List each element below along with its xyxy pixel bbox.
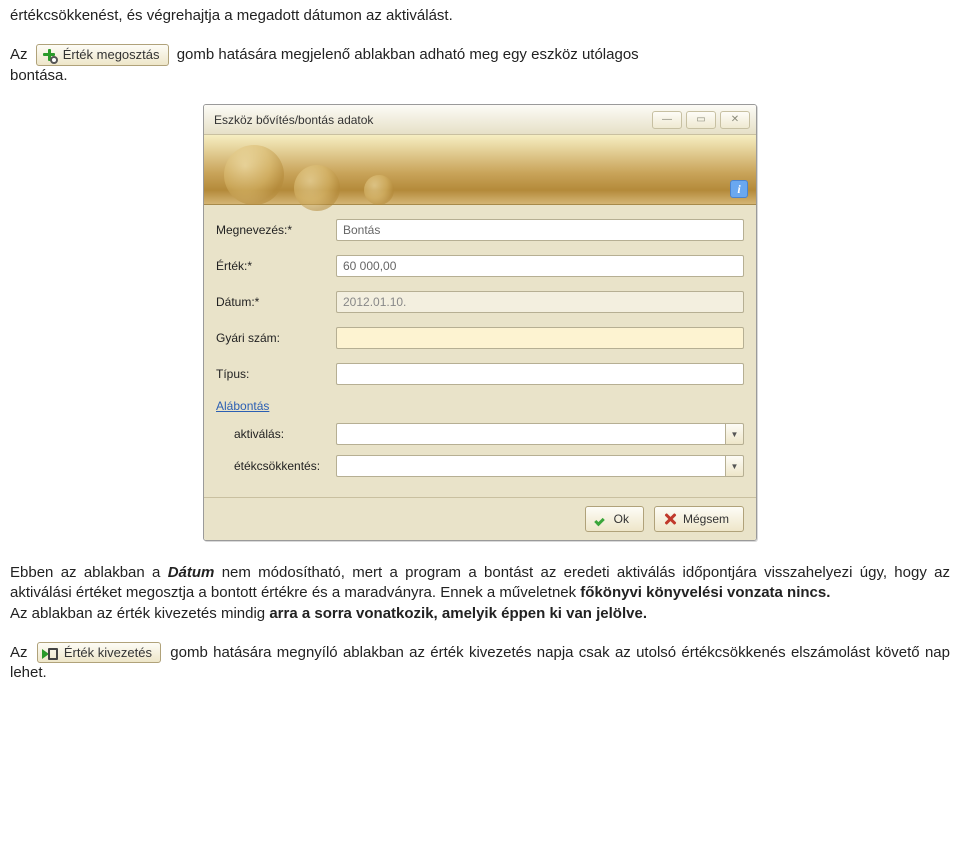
bold-text: főkönyvi könyvelési vonzata nincs.: [580, 584, 830, 601]
titlebar: Eszköz bővítés/bontás adatok — ▭ ✕: [204, 105, 756, 135]
banner: i: [204, 135, 756, 205]
label-etekcsokkentes: étékcsökkentés:: [216, 459, 336, 473]
maximize-button[interactable]: ▭: [686, 111, 716, 129]
share-value-button-label: Érték megosztás: [63, 46, 160, 64]
close-button[interactable]: ✕: [720, 111, 750, 129]
window-title: Eszköz bővítés/bontás adatok: [214, 113, 373, 127]
label-gyari: Gyári szám:: [216, 331, 336, 345]
ertek-input[interactable]: [336, 255, 744, 277]
gyari-input[interactable]: [336, 327, 744, 349]
label-megnevezes: Megnevezés:*: [216, 223, 336, 237]
close-icon: [663, 512, 677, 526]
tipus-input[interactable]: [336, 363, 744, 385]
datum-word: Dátum: [168, 564, 215, 581]
aktivalas-select[interactable]: [336, 423, 726, 445]
label-aktivalas: aktiválás:: [216, 427, 336, 441]
megnevezes-input[interactable]: [336, 219, 744, 241]
chevron-down-icon[interactable]: ▼: [726, 423, 744, 445]
chevron-down-icon[interactable]: ▼: [726, 455, 744, 477]
paragraph-share: Az Érték megosztás gomb hatására megjele…: [10, 44, 950, 86]
cancel-button[interactable]: Mégsem: [654, 506, 744, 532]
ok-button-label: Ok: [614, 512, 629, 526]
minimize-button[interactable]: —: [652, 111, 682, 129]
text: Az ablakban az érték kivezetés mindig: [10, 605, 269, 622]
info-icon[interactable]: i: [730, 180, 748, 198]
ok-button[interactable]: Ok: [585, 506, 644, 532]
text: bontása.: [10, 66, 950, 86]
cancel-button-label: Mégsem: [683, 512, 729, 526]
bold-text: arra a sorra vonatkozik, amelyik éppen k…: [269, 605, 647, 622]
text: Az: [10, 46, 32, 63]
intro-line: értékcsökkenést, és végrehajtja a megado…: [10, 6, 950, 26]
text: Az: [10, 644, 33, 661]
label-tipus: Típus:: [216, 367, 336, 381]
arrow-out-icon: [42, 645, 58, 661]
label-datum: Dátum:*: [216, 295, 336, 309]
alabontas-link[interactable]: Alábontás: [216, 399, 336, 413]
text: Ebben az ablakban a: [10, 564, 168, 581]
share-value-button[interactable]: Érték megosztás: [36, 44, 169, 66]
plus-icon: [41, 47, 57, 63]
text: gomb hatására megjelenő ablakban adható …: [177, 46, 639, 63]
paragraph-explain: Ebben az ablakban a Dátum nem módosíthat…: [10, 563, 950, 624]
dialog-window: Eszköz bővítés/bontás adatok — ▭ ✕ i Meg…: [203, 104, 757, 541]
datum-input: [336, 291, 744, 313]
check-icon: [594, 512, 608, 526]
paragraph-out: Az Érték kivezetés gomb hatására megnyíl…: [10, 642, 950, 684]
value-out-button[interactable]: Érték kivezetés: [37, 642, 161, 664]
value-out-button-label: Érték kivezetés: [64, 644, 152, 662]
etekcsokkentes-select[interactable]: [336, 455, 726, 477]
label-ertek: Érték:*: [216, 259, 336, 273]
